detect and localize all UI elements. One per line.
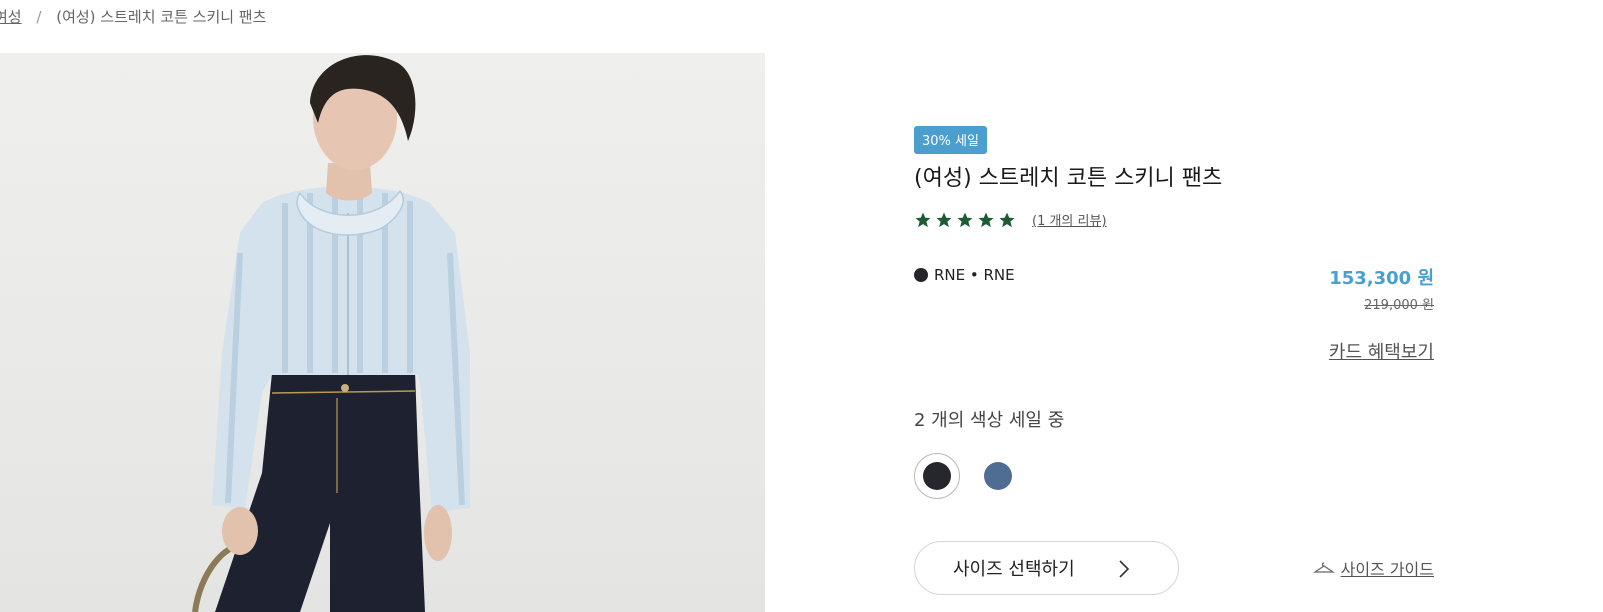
chevron-right-icon xyxy=(1119,560,1130,578)
select-size-label: 사이즈 선택하기 xyxy=(953,559,1075,580)
size-guide-link[interactable]: 사이즈 가이드 xyxy=(1312,556,1434,580)
breadcrumb-separator: / xyxy=(36,8,42,26)
star-icon xyxy=(936,212,952,227)
star-rating xyxy=(914,211,1016,229)
reviews-link[interactable]: (1 개의 리뷰) xyxy=(1032,210,1107,229)
swatch-chip xyxy=(923,462,951,490)
product-info: 30% 세일 (여성) 스트레치 코튼 스키니 팬츠 (1 개의 리뷰) RNE… xyxy=(914,126,1434,595)
star-icon xyxy=(915,212,931,227)
star-icon xyxy=(999,212,1015,227)
color-swatch-blue[interactable] xyxy=(975,453,1021,499)
breadcrumb-current: (여성) 스트레치 코튼 스키니 팬츠 xyxy=(56,8,267,26)
color-label: RNE • RNE xyxy=(934,266,1015,284)
price-block: 153,300 원 219,000 원 xyxy=(1329,264,1434,313)
size-guide-label: 사이즈 가이드 xyxy=(1340,560,1434,579)
star-icon xyxy=(978,212,994,227)
breadcrumb: 여성 / (여성) 스트레치 코튼 스키니 팬츠 xyxy=(0,6,266,27)
hanger-icon xyxy=(1312,562,1335,573)
colors-on-sale-label: 2 개의 색상 세일 중 xyxy=(914,410,1065,431)
color-dot xyxy=(914,268,928,282)
original-price: 219,000 원 xyxy=(1364,298,1434,313)
sale-price: 153,300 원 xyxy=(1329,268,1434,289)
product-image[interactable] xyxy=(0,53,765,612)
color-swatch-navy[interactable] xyxy=(914,453,960,499)
selected-color: RNE • RNE xyxy=(914,266,1015,284)
breadcrumb-link-women[interactable]: 여성 xyxy=(0,8,22,26)
card-benefits-link[interactable]: 카드 혜택보기 xyxy=(1329,338,1434,364)
sale-badge: 30% 세일 xyxy=(914,126,987,154)
swatch-chip xyxy=(984,462,1012,490)
product-photo-illustration xyxy=(192,55,470,612)
star-icon xyxy=(957,212,973,227)
reviews-label: (1 개의 리뷰) xyxy=(1032,214,1107,229)
product-title: (여성) 스트레치 코튼 스키니 팬츠 xyxy=(914,166,1223,191)
select-size-button[interactable]: 사이즈 선택하기 xyxy=(914,541,1179,595)
rating: (1 개의 리뷰) xyxy=(914,210,1434,229)
